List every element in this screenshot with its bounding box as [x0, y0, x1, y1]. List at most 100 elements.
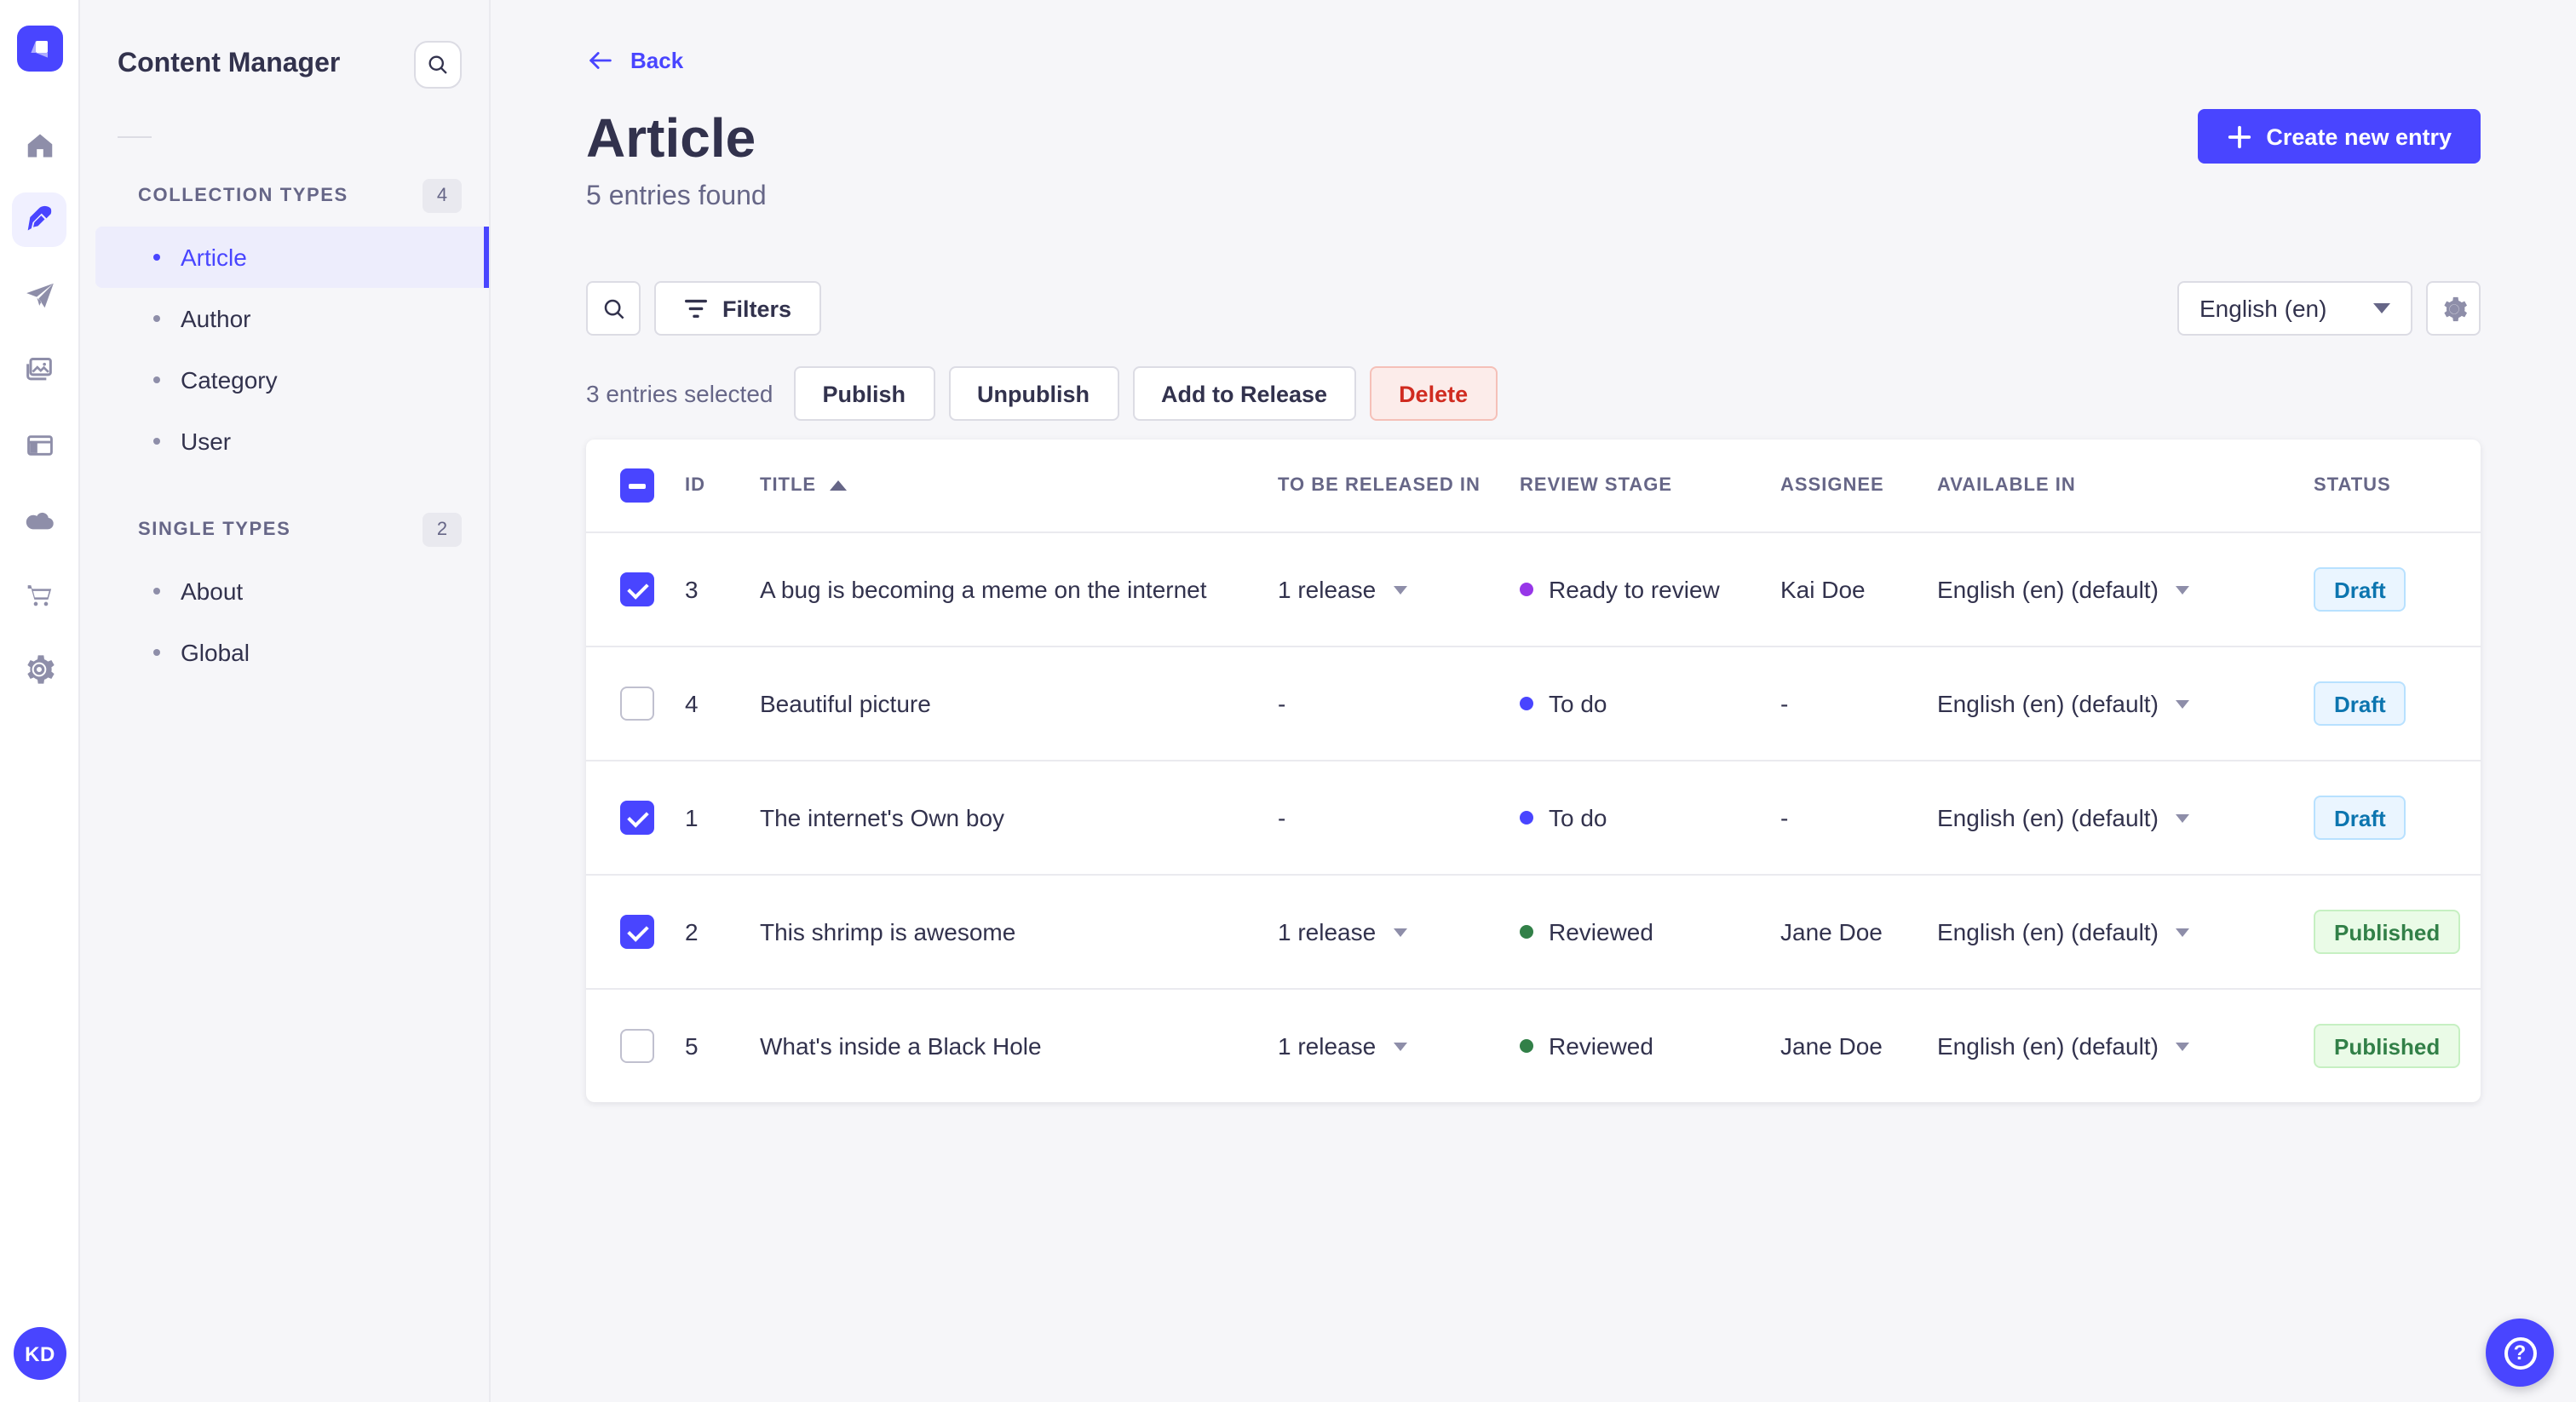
stage-dot-icon: [1520, 697, 1533, 710]
subnav-item-author[interactable]: Author: [95, 288, 489, 349]
subnav-section-header: SINGLE TYPES 2: [80, 472, 489, 560]
subnav-item-category[interactable]: Category: [95, 349, 489, 411]
subnav-item-label: Author: [181, 305, 251, 332]
chevron-down-icon: [2175, 928, 2189, 936]
row-id: 3: [685, 576, 699, 603]
chevron-down-icon: [2175, 699, 2189, 708]
search-icon: [603, 298, 624, 319]
subnav-section-label: COLLECTION TYPES: [138, 186, 348, 206]
subnav-section-count-badge: 2: [423, 513, 462, 547]
view-settings-button[interactable]: [2426, 281, 2481, 336]
row-available-in[interactable]: English (en) (default): [1923, 1032, 2300, 1060]
main-nav-rail: KD: [0, 0, 80, 1402]
chevron-down-icon: [1393, 1042, 1407, 1050]
row-release-label: -: [1278, 690, 1286, 717]
back-link[interactable]: Back: [586, 46, 683, 75]
filters-button[interactable]: Filters: [654, 281, 821, 336]
table-body: 3 A bug is becoming a meme on the interne…: [586, 531, 2481, 1102]
strapi-logo[interactable]: [17, 26, 63, 72]
row-checkbox[interactable]: [620, 1029, 654, 1063]
column-header-review-stage[interactable]: REVIEW STAGE: [1506, 475, 1767, 496]
stage-dot-icon: [1520, 583, 1533, 596]
app-root: KD Content Manager COLLECTION TYPES 4 Arti…: [0, 0, 2576, 1402]
main-content: Back Article Create new entry 5 entries …: [491, 0, 2576, 1402]
home-icon[interactable]: [22, 128, 56, 162]
row-status-cell: Published: [2300, 910, 2481, 954]
publish-button[interactable]: Publish: [793, 366, 934, 421]
subnav-item-user[interactable]: User: [95, 411, 489, 472]
row-checkbox[interactable]: [620, 687, 654, 721]
row-available-in[interactable]: English (en) (default): [1923, 576, 2300, 603]
row-checkbox-cell: [586, 915, 671, 949]
row-release[interactable]: 1 release: [1264, 576, 1506, 603]
row-id: 2: [685, 918, 699, 945]
row-release: -: [1264, 690, 1506, 717]
row-review-stage: Reviewed: [1506, 1032, 1767, 1060]
search-entries-button[interactable]: [586, 281, 641, 336]
row-release[interactable]: 1 release: [1264, 918, 1506, 945]
row-available-in[interactable]: English (en) (default): [1923, 804, 2300, 831]
entries-count: 5 entries found: [586, 182, 767, 211]
row-checkbox[interactable]: [620, 915, 654, 949]
row-title: The internet's Own boy: [760, 804, 1005, 831]
row-available-in[interactable]: English (en) (default): [1923, 918, 2300, 945]
row-locale-label: English (en) (default): [1937, 576, 2159, 603]
subnav-item-global[interactable]: Global: [95, 622, 489, 683]
status-badge: Draft: [2314, 681, 2406, 726]
bullet-icon: [153, 649, 160, 656]
content-manager-icon[interactable]: [12, 192, 66, 247]
subnav-item-label: Global: [181, 639, 250, 666]
row-locale-label: English (en) (default): [1937, 804, 2159, 831]
row-release-label: 1 release: [1278, 576, 1377, 603]
content-type-builder-icon[interactable]: [22, 428, 56, 462]
column-header-title[interactable]: TITLE: [746, 475, 1264, 496]
row-review-stage: Ready to review: [1506, 576, 1767, 603]
column-header-assignee[interactable]: ASSIGNEE: [1767, 475, 1923, 496]
row-status-cell: Published: [2300, 1024, 2481, 1068]
chevron-down-icon: [2175, 813, 2189, 822]
locale-select[interactable]: English (en): [2177, 281, 2412, 336]
bullet-icon: [153, 438, 160, 445]
row-release[interactable]: 1 release: [1264, 1032, 1506, 1060]
table-row: 2 This shrimp is awesome 1 release Reviewed…: [586, 874, 2481, 988]
releases-icon[interactable]: [22, 278, 56, 312]
search-icon: [428, 55, 447, 74]
page-title: Article: [586, 107, 756, 169]
column-header-to-be-released-in[interactable]: TO BE RELEASED IN: [1264, 475, 1506, 496]
subnav-item-about[interactable]: About: [95, 560, 489, 622]
selection-summary: 3 entries selected: [586, 380, 773, 407]
user-avatar[interactable]: KD: [14, 1327, 66, 1380]
column-header-id[interactable]: ID: [671, 475, 746, 496]
filter-icon: [685, 298, 707, 318]
row-checkbox-cell: [586, 1029, 671, 1063]
row-assignee: Jane Doe: [1780, 1032, 1883, 1060]
marketplace-cart-icon[interactable]: [22, 577, 56, 612]
sort-asc-icon: [830, 480, 848, 491]
row-checkbox[interactable]: [620, 801, 654, 835]
row-locale-label: English (en) (default): [1937, 1032, 2159, 1060]
row-title: What's inside a Black Hole: [760, 1032, 1042, 1060]
media-library-icon[interactable]: [22, 353, 56, 387]
cloud-icon[interactable]: [22, 503, 56, 537]
subnav-sections: COLLECTION TYPES 4 Article Author Category Us…: [80, 138, 489, 683]
column-header-available-in[interactable]: AVAILABLE IN: [1923, 475, 2300, 496]
help-button[interactable]: ?: [2486, 1319, 2554, 1387]
bullet-icon: [153, 588, 160, 595]
bulk-actions-bar: 3 entries selected Publish Unpublish Add t…: [586, 366, 2481, 421]
row-locale-label: English (en) (default): [1937, 918, 2159, 945]
settings-icon[interactable]: [22, 652, 56, 687]
add-to-release-button[interactable]: Add to Release: [1132, 366, 1357, 421]
delete-button[interactable]: Delete: [1370, 366, 1498, 421]
row-assignee: Kai Doe: [1780, 576, 1866, 603]
create-new-entry-button[interactable]: Create new entry: [2198, 109, 2481, 164]
column-header-status[interactable]: STATUS: [2300, 475, 2481, 496]
subnav-item-article[interactable]: Article: [95, 227, 489, 288]
row-checkbox[interactable]: [620, 572, 654, 606]
status-badge: Draft: [2314, 567, 2406, 612]
question-mark-icon: ?: [2504, 1336, 2536, 1369]
subnav-search-button[interactable]: [414, 41, 462, 89]
row-release: -: [1264, 804, 1506, 831]
unpublish-button[interactable]: Unpublish: [948, 366, 1118, 421]
select-all-checkbox[interactable]: [620, 468, 654, 503]
row-available-in[interactable]: English (en) (default): [1923, 690, 2300, 717]
